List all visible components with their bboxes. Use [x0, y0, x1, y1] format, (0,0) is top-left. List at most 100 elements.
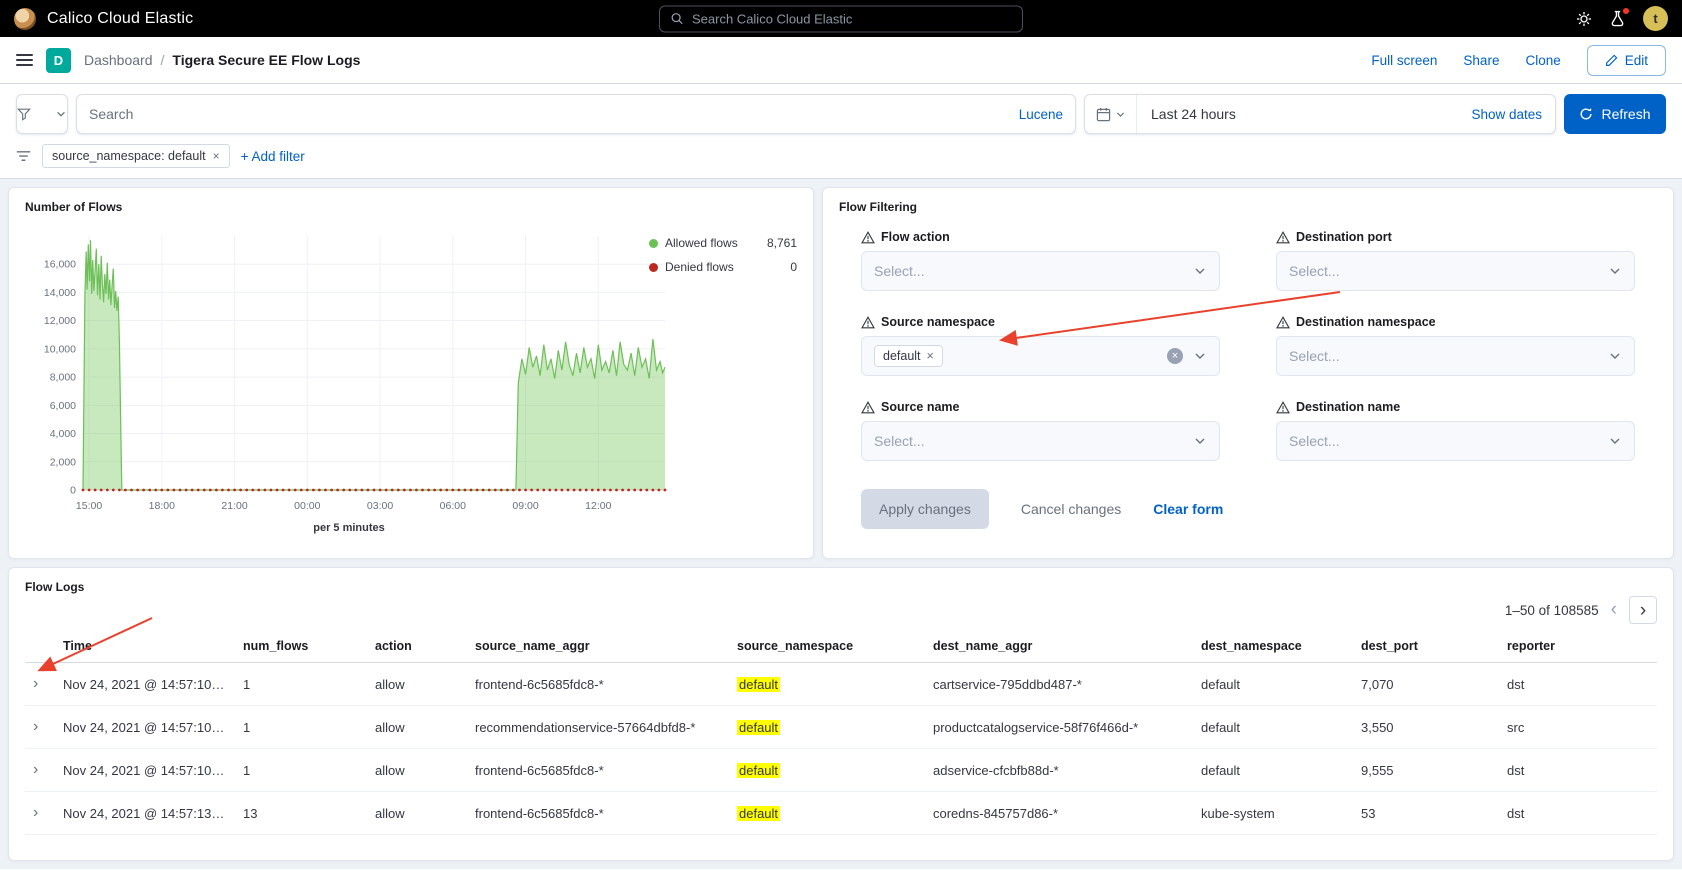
source-namespace-select[interactable]: default ×× — [861, 336, 1220, 376]
svg-text:16,000: 16,000 — [44, 259, 76, 271]
menu-icon[interactable] — [16, 54, 33, 66]
col-action[interactable]: action — [367, 630, 467, 663]
svg-text:0: 0 — [70, 485, 76, 497]
col-source_namespace[interactable]: source_namespace — [729, 630, 925, 663]
settings-icon[interactable] — [1576, 11, 1592, 27]
query-syntax-toggle[interactable]: Lucene — [1019, 107, 1063, 122]
clear-selection-icon[interactable]: × — [1167, 348, 1183, 364]
clear-form-button[interactable]: Clear form — [1153, 501, 1223, 517]
add-filter-link[interactable]: + Add filter — [241, 149, 305, 164]
col-dest_namespace[interactable]: dest_namespace — [1193, 630, 1353, 663]
filter-icon[interactable] — [16, 149, 31, 164]
cell-dest_namespace: default — [1193, 706, 1353, 749]
filter-pill[interactable]: source_namespace: default × — [42, 144, 230, 168]
svg-text:06:00: 06:00 — [440, 500, 466, 512]
chevron-down-icon — [1193, 264, 1207, 278]
cell-dest_port: 7,070 — [1353, 663, 1499, 706]
highlighted-term: default — [737, 763, 780, 778]
notification-dot — [1622, 7, 1630, 15]
legend-dot — [649, 239, 658, 248]
app-title: Calico Cloud Elastic — [47, 10, 193, 28]
dashboard-badge[interactable]: D — [46, 48, 71, 73]
alerts-flask-icon[interactable] — [1609, 10, 1626, 27]
cell-Time: Nov 24, 2021 @ 14:57:10.000 — [55, 706, 235, 749]
legend-item[interactable]: Denied flows0 — [649, 260, 797, 274]
form-actions: Apply changes Cancel changes Clear form — [861, 489, 1635, 529]
global-search[interactable] — [659, 5, 1023, 32]
full-screen-link[interactable]: Full screen — [1371, 53, 1437, 68]
cell-source_name_aggr: frontend-6c5685fdc8-* — [467, 749, 729, 792]
chevron-down-icon — [1115, 109, 1126, 120]
col-dest_port[interactable]: dest_port — [1353, 630, 1499, 663]
edit-button[interactable]: Edit — [1587, 45, 1666, 76]
breadcrumb: Dashboard / Tigera Secure EE Flow Logs — [84, 52, 360, 68]
svg-text:00:00: 00:00 — [294, 500, 320, 512]
cell-action: allow — [367, 792, 467, 835]
query-input[interactable] — [89, 106, 1009, 122]
query-search-box[interactable]: Lucene — [76, 94, 1076, 134]
calico-logo-icon[interactable] — [14, 8, 36, 30]
destination-port-select[interactable]: Select... — [1276, 251, 1635, 291]
calendar-menu-button[interactable] — [1085, 95, 1137, 133]
global-search-input[interactable] — [692, 11, 1012, 26]
field-label: Source name — [861, 400, 1220, 414]
cell-source_name_aggr: frontend-6c5685fdc8-* — [467, 792, 729, 835]
select-placeholder: Select... — [1289, 433, 1340, 449]
expand-row-button[interactable]: › — [25, 749, 55, 792]
source-name-select[interactable]: Select... — [861, 421, 1220, 461]
calendar-icon — [1096, 107, 1111, 122]
share-link[interactable]: Share — [1463, 53, 1499, 68]
expand-row-button[interactable]: › — [25, 792, 55, 835]
time-range-value[interactable]: Last 24 hours — [1151, 106, 1236, 122]
col-source_name_aggr[interactable]: source_name_aggr — [467, 630, 729, 663]
breadcrumb-dashboard[interactable]: Dashboard — [84, 52, 153, 68]
clone-link[interactable]: Clone — [1525, 53, 1560, 68]
prev-page-button[interactable]: ‹ — [1607, 599, 1621, 621]
warning-icon — [1276, 316, 1290, 329]
pencil-icon — [1605, 54, 1618, 67]
pagination-label: 1–50 of 108585 — [1505, 603, 1599, 618]
saved-query-menu-button[interactable] — [16, 94, 68, 134]
flow-action-select[interactable]: Select... — [861, 251, 1220, 291]
field-label: Destination namespace — [1276, 315, 1635, 329]
avatar[interactable]: t — [1643, 6, 1668, 31]
col-Time[interactable]: Time — [55, 630, 235, 663]
cell-dest_namespace: kube-system — [1193, 792, 1353, 835]
field-label: Destination name — [1276, 400, 1635, 414]
x-axis-label: per 5 minutes — [25, 522, 673, 534]
expand-row-button[interactable]: › — [25, 663, 55, 706]
svg-text:09:00: 09:00 — [512, 500, 538, 512]
legend-value: 8,761 — [767, 236, 797, 250]
select-placeholder: Select... — [1289, 263, 1340, 279]
next-page-button[interactable]: › — [1629, 596, 1657, 624]
query-bar: Lucene Last 24 hours Show dates Refresh — [0, 84, 1682, 142]
show-dates-link[interactable]: Show dates — [1471, 107, 1555, 122]
cell-Time: Nov 24, 2021 @ 14:57:13.000 — [55, 792, 235, 835]
table-row: ›Nov 24, 2021 @ 14:57:13.00013allowfront… — [25, 792, 1657, 835]
cell-reporter: src — [1499, 706, 1657, 749]
expand-row-button[interactable]: › — [25, 706, 55, 749]
svg-text:14,000: 14,000 — [44, 287, 76, 299]
highlighted-term: default — [737, 720, 780, 735]
col-num_flows[interactable]: num_flows — [235, 630, 367, 663]
col-reporter[interactable]: reporter — [1499, 630, 1657, 663]
cell-Time: Nov 24, 2021 @ 14:57:10.000 — [55, 749, 235, 792]
svg-text:18:00: 18:00 — [149, 500, 175, 512]
highlighted-term: default — [737, 677, 780, 692]
flows-area-chart[interactable]: 02,0004,0006,0008,00010,00012,00014,0001… — [25, 220, 673, 520]
cell-reporter: dst — [1499, 749, 1657, 792]
cell-source_namespace: default — [729, 749, 925, 792]
destination-namespace-select[interactable]: Select... — [1276, 336, 1635, 376]
selected-value-chip[interactable]: default × — [874, 345, 943, 367]
apply-changes-button[interactable]: Apply changes — [861, 489, 989, 529]
page-title: Tigera Secure EE Flow Logs — [172, 52, 360, 68]
remove-chip-icon[interactable]: × — [927, 349, 934, 363]
remove-filter-icon[interactable]: × — [213, 149, 220, 163]
legend-item[interactable]: Allowed flows8,761 — [649, 236, 797, 250]
field-label: Source namespace — [861, 315, 1220, 329]
cancel-changes-button[interactable]: Cancel changes — [1021, 501, 1121, 517]
col-dest_name_aggr[interactable]: dest_name_aggr — [925, 630, 1193, 663]
refresh-button[interactable]: Refresh — [1564, 94, 1666, 134]
destination-name-select[interactable]: Select... — [1276, 421, 1635, 461]
saved-query-icon — [17, 107, 31, 121]
